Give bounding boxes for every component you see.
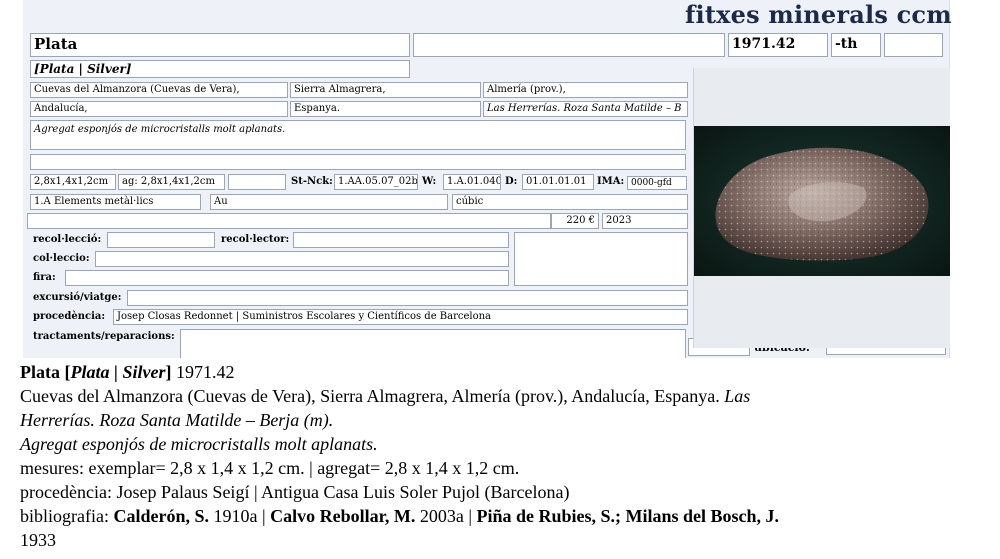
tractaments-label: tractaments/reparacions: <box>33 331 175 342</box>
recoleccio-field[interactable] <box>107 232 215 248</box>
caption-locality: Cuevas del Almanzora (Cuevas de Vera), S… <box>20 386 720 406</box>
specimen-photo <box>693 68 950 348</box>
price-value: 220 € <box>566 215 595 226</box>
w-label: W: <box>422 176 437 187</box>
name-value: Plata <box>34 35 78 53</box>
caption-biblio-author-1: Calderón, S. <box>113 506 209 526</box>
brand-title: fitxes minerals ccm <box>685 0 952 29</box>
w-value: 1.A.01.040 <box>447 176 501 187</box>
d-label: D: <box>505 176 518 187</box>
caption-synonyms: Plata | Silver <box>70 362 166 382</box>
excursio-label: excursió/viatge: <box>33 292 122 303</box>
procedencia-field[interactable]: Josep Closas Redonnet | Suministros Esco… <box>113 309 688 325</box>
st-nck-label: St-Nck: <box>291 176 333 187</box>
specimen-caption: Plata [Plata | Silver] 1971.42 Cuevas de… <box>20 360 980 552</box>
tractaments-field[interactable] <box>180 329 686 358</box>
synonyms-value: [Plata | Silver] <box>34 62 132 76</box>
locality-field-6[interactable]: Las Herrerías. Roza Santa Matilde – B <box>483 101 688 117</box>
class-value: 1.A Elements metàl·lics <box>34 196 154 207</box>
size-extra-field[interactable] <box>228 174 286 190</box>
th-field[interactable]: -th <box>831 33 881 57</box>
caption-biblio-label: bibliografia: <box>20 506 114 526</box>
fira-label: fira: <box>33 272 56 283</box>
price-field[interactable]: 220 € <box>551 213 599 229</box>
locality-field-2[interactable]: Sierra Almagrera, <box>290 82 481 98</box>
locality-field-1[interactable]: Cuevas del Almanzora (Cuevas de Vera), <box>30 82 288 98</box>
locality-2-value: Sierra Almagrera, <box>294 84 386 95</box>
procedencia-value: Josep Closas Redonnet | Suministros Esco… <box>117 311 492 322</box>
class-field[interactable]: 1.A Elements metàl·lics <box>30 194 201 210</box>
caption-biblio-year-1: 1910a | <box>209 506 271 526</box>
description-field[interactable]: Agregat esponjós de microcristalls molt … <box>30 120 686 150</box>
caption-description: Agregat esponjós de microcristalls molt … <box>20 434 378 454</box>
size-specimen-value: 2,8x1,4x1,2cm <box>34 176 109 187</box>
size-aggregate-field[interactable]: ag: 2,8x1,4x1,2cm <box>118 174 225 190</box>
excursio-field[interactable] <box>127 290 688 306</box>
fira-field[interactable] <box>65 270 509 286</box>
d-field[interactable]: 01.01.01.01 <box>522 174 594 190</box>
formula-field[interactable]: Au <box>210 194 448 210</box>
recolector-field[interactable] <box>293 232 509 248</box>
caption-bracket-open: [ <box>60 362 71 382</box>
crystal-system-value: cúbic <box>456 196 484 207</box>
locality-field-5[interactable]: Espanya. <box>290 101 481 117</box>
side-notes-field[interactable] <box>514 232 688 286</box>
value-notes-field[interactable] <box>27 213 551 229</box>
locality-6-value: Las Herrerías. Roza Santa Matilde – B <box>487 103 682 114</box>
extra-name-field[interactable] <box>413 33 725 57</box>
recoleccio-label: recol·lecció: <box>33 234 102 245</box>
st-nck-value: 1.AA.05.07_02b <box>338 176 418 187</box>
ima-label: IMA: <box>597 176 625 187</box>
recolector-label: recol·lector: <box>221 234 290 245</box>
d-value: 01.01.01.01 <box>526 176 587 187</box>
caption-number: 1971.42 <box>171 362 235 382</box>
locality-4-value: Andalucía, <box>34 103 88 114</box>
caption-description-line: Agregat esponjós de microcristalls molt … <box>20 432 980 456</box>
caption-locality-line: Cuevas del Almanzora (Cuevas de Vera), S… <box>20 384 980 408</box>
caption-measures-line: mesures: exemplar= 2,8 x 1,4 x 1,2 cm. |… <box>20 458 520 478</box>
caption-provenance-line: procedència: Josep Palaus Seigí | Antigu… <box>20 482 570 502</box>
year-field[interactable]: 2023 <box>602 213 688 229</box>
caption-locality-detail-start: Las <box>719 386 751 406</box>
number-value: 1971.42 <box>732 36 796 52</box>
caption-bibliography-line: bibliografia: Calderón, S. 1910a | Calvo… <box>20 504 980 528</box>
silver-specimen-image <box>694 126 950 276</box>
locality-3-value: Almería (prov.), <box>487 84 566 95</box>
locality-1-value: Cuevas del Almanzora (Cuevas de Vera), <box>34 84 240 95</box>
caption-biblio-author-2: Calvo Rebollar, M. <box>270 506 416 526</box>
locality-field-4[interactable]: Andalucía, <box>30 101 288 117</box>
caption-biblio-year-3: 1933 <box>20 530 56 550</box>
ima-field[interactable]: 0000-gfd <box>627 176 687 190</box>
year-value: 2023 <box>606 215 632 226</box>
caption-name: Plata <box>20 362 60 382</box>
th-value: -th <box>835 36 858 52</box>
code-field[interactable] <box>884 33 943 57</box>
description-value: Agregat esponjós de microcristalls molt … <box>34 124 286 135</box>
number-field[interactable]: 1971.42 <box>728 33 828 57</box>
caption-locality-detail: Herrerías. Roza Santa Matilde – Berja (m… <box>20 410 334 430</box>
formula-value: Au <box>214 196 228 207</box>
size-aggregate-value: ag: 2,8x1,4x1,2cm <box>122 176 215 187</box>
colleccio-field[interactable] <box>95 251 509 267</box>
w-field[interactable]: 1.A.01.040 <box>443 174 501 190</box>
caption-biblio-author-3: Piña de Rubies, S.; Milans del Bosch, J. <box>476 506 780 526</box>
colleccio-label: col·leccio: <box>33 253 90 264</box>
st-nck-field[interactable]: 1.AA.05.07_02b <box>334 174 418 190</box>
notes-field[interactable] <box>30 154 686 170</box>
caption-title-line: Plata [Plata | Silver] 1971.42 <box>20 360 980 384</box>
caption-locality-detail-line: Herrerías. Roza Santa Matilde – Berja (m… <box>20 408 980 432</box>
caption-biblio-year-2: 2003a | <box>415 506 477 526</box>
procedencia-label: procedència: <box>33 311 106 322</box>
name-field[interactable]: Plata <box>30 33 410 57</box>
locality-field-3[interactable]: Almería (prov.), <box>483 82 688 98</box>
ima-value: 0000-gfd <box>631 178 672 188</box>
synonyms-field[interactable]: [Plata | Silver] <box>30 60 410 78</box>
crystal-system-field[interactable]: cúbic <box>452 194 688 210</box>
locality-5-value: Espanya. <box>294 103 341 114</box>
size-specimen-field[interactable]: 2,8x1,4x1,2cm <box>30 174 116 190</box>
